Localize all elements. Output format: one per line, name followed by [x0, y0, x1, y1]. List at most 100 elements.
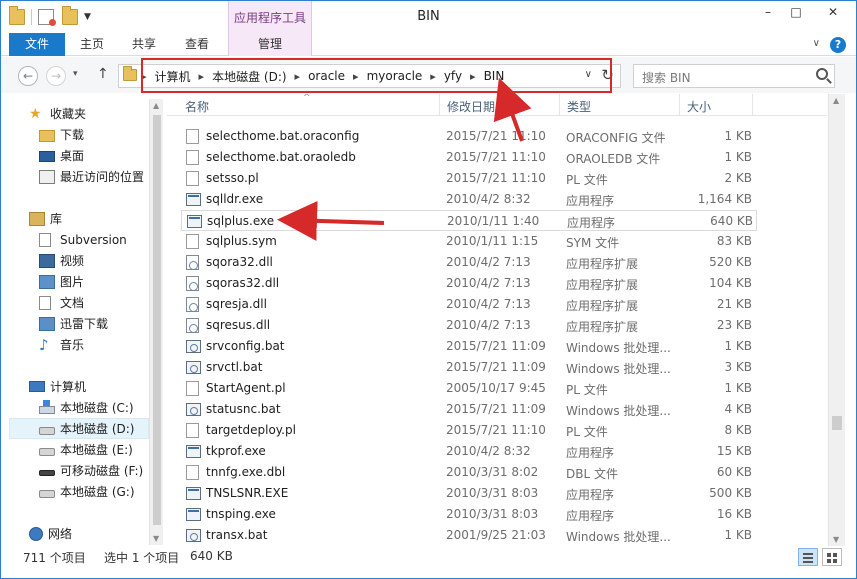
column-header-type[interactable]: 类型 [567, 98, 591, 115]
refresh-icon[interactable]: ↻ [601, 66, 614, 84]
up-button[interactable]: ↑ [97, 66, 109, 82]
navigation-pane-scrollbar[interactable]: ▲ ▼ [149, 99, 163, 545]
scroll-up-icon[interactable]: ▲ [833, 96, 839, 105]
sidebar-item-favorites[interactable]: ★ 收藏夹 [29, 103, 86, 124]
large-icons-view-icon [827, 553, 831, 557]
close-button[interactable]: ✕ [810, 1, 856, 23]
breadcrumb-yfy[interactable]: yfy [444, 69, 462, 83]
expand-ribbon-chevron-icon[interactable]: ∨ [813, 38, 820, 49]
breadcrumb-chevron-icon[interactable]: ▸ [141, 70, 147, 83]
customize-toolbar-chevron-icon[interactable]: ▼ [84, 12, 91, 22]
scroll-down-icon[interactable]: ▼ [153, 534, 159, 543]
back-button[interactable]: ← [18, 66, 38, 86]
file-row[interactable]: sqlplus.exe 2010/1/11 1:40 应用程序 640 KB [181, 210, 757, 231]
sidebar-item-videos[interactable]: 视频 [39, 250, 84, 271]
breadcrumb-myoracle[interactable]: myoracle [367, 69, 423, 83]
column-divider[interactable] [559, 94, 560, 116]
file-row[interactable]: transx.bat 2001/9/25 21:03 Windows 批处理... 1… [181, 525, 757, 546]
column-header-name[interactable]: 名称 [185, 98, 209, 115]
folder-icon[interactable] [9, 6, 25, 25]
file-list-scrollbar[interactable]: ▲ ▼ [828, 94, 845, 546]
tab-manage[interactable]: 管理 [228, 33, 312, 56]
file-row[interactable]: tkprof.exe 2010/4/2 8:32 应用程序 15 KB [181, 441, 757, 462]
large-icons-view-button[interactable] [822, 548, 842, 566]
tab-home[interactable]: 主页 [67, 33, 117, 56]
column-header-date[interactable]: 修改日期 [447, 98, 495, 115]
forward-button[interactable]: → [46, 66, 66, 86]
column-divider[interactable] [752, 94, 753, 116]
sidebar-item-desktop[interactable]: 桌面 [39, 145, 84, 166]
sidebar-item-downloads[interactable]: 下载 [39, 124, 84, 145]
breadcrumb-chevron-icon[interactable]: ▸ [430, 70, 436, 83]
recent-locations-chevron-icon[interactable]: ▾ [73, 69, 78, 79]
file-row[interactable]: tnsping.exe 2010/3/31 8:03 应用程序 16 KB [181, 504, 757, 525]
file-row[interactable]: srvctl.bat 2015/7/21 11:09 Windows 批处理... 3… [181, 357, 757, 378]
help-icon[interactable]: ? [830, 37, 846, 53]
minimize-button[interactable]: – [754, 1, 782, 23]
sidebar-item-recent[interactable]: 最近访问的位置 [39, 166, 144, 187]
file-row[interactable]: setsso.pl 2015/7/21 11:10 PL 文件 2 KB [181, 168, 757, 189]
file-row[interactable]: TNSLSNR.EXE 2010/3/31 8:03 应用程序 500 KB [181, 483, 757, 504]
sidebar-item-documents[interactable]: 文档 [39, 292, 84, 313]
search-box[interactable]: 搜索 BIN [633, 64, 835, 88]
scrollbar-thumb[interactable] [832, 416, 842, 430]
column-divider[interactable] [439, 94, 440, 116]
search-icon[interactable] [816, 68, 828, 80]
details-view-button[interactable] [798, 548, 818, 566]
column-header-size[interactable]: 大小 [687, 98, 711, 115]
file-row[interactable]: StartAgent.pl 2005/10/17 9:45 PL 文件 1 KB [181, 378, 757, 399]
sidebar-item-computer[interactable]: 计算机 [29, 376, 86, 397]
breadcrumb-oracle[interactable]: oracle [308, 69, 345, 83]
breadcrumb-chevron-icon[interactable]: ▸ [295, 70, 301, 83]
file-size: 4 KB [724, 402, 752, 416]
tab-file[interactable]: 文件 [9, 33, 65, 56]
file-date: 2015/7/21 11:09 [446, 360, 546, 374]
breadcrumb-drive-d[interactable]: 本地磁盘 (D:) [212, 68, 286, 85]
file-row[interactable]: statusnc.bat 2015/7/21 11:09 Windows 批处理..… [181, 399, 757, 420]
file-row[interactable]: targetdeploy.pl 2015/7/21 11:10 PL 文件 8 KB [181, 420, 757, 441]
sidebar-item-pictures[interactable]: 图片 [39, 271, 84, 292]
drive-icon [39, 447, 55, 456]
file-row[interactable]: sqresus.dll 2010/4/2 7:13 应用程序扩展 23 KB [181, 315, 757, 336]
file-row[interactable]: srvconfig.bat 2015/7/21 11:09 Windows 批处理.… [181, 336, 757, 357]
file-size: 3 KB [724, 360, 752, 374]
file-row[interactable]: sqlldr.exe 2010/4/2 8:32 应用程序 1,164 KB [181, 189, 757, 210]
sidebar-item-drive-e[interactable]: 本地磁盘 (E:) [39, 439, 133, 460]
sidebar-item-subversion[interactable]: Subversion [39, 229, 127, 250]
breadcrumb-computer[interactable]: 计算机 [155, 68, 191, 85]
sidebar-item-music[interactable]: ♪ 音乐 [39, 334, 84, 355]
sidebar-item-xunlei-downloads[interactable]: 迅雷下载 [39, 313, 108, 334]
sidebar-item-network[interactable]: 网络 [29, 523, 72, 544]
breadcrumb-chevron-icon[interactable]: ▸ [353, 70, 359, 83]
file-name: sqlplus.sym [206, 234, 277, 248]
file-row[interactable]: sqresja.dll 2010/4/2 7:13 应用程序扩展 21 KB [181, 294, 757, 315]
scrollbar-thumb[interactable] [153, 115, 161, 525]
sidebar-item-drive-f[interactable]: 可移动磁盘 (F:) [39, 460, 143, 481]
sidebar-item-drive-d[interactable]: 本地磁盘 (D:) [9, 418, 149, 439]
breadcrumb-chevron-icon[interactable]: ▸ [470, 70, 476, 83]
file-row[interactable]: sqoras32.dll 2010/4/2 7:13 应用程序扩展 104 KB [181, 273, 757, 294]
maximize-button[interactable]: □ [782, 1, 810, 23]
file-row[interactable]: sqora32.dll 2010/4/2 7:13 应用程序扩展 520 KB [181, 252, 757, 273]
tab-view[interactable]: 查看 [171, 33, 223, 56]
file-row[interactable]: selecthome.bat.oraconfig 2015/7/21 11:10 O… [181, 126, 757, 147]
file-row[interactable]: sqlplus.sym 2010/1/11 1:15 SYM 文件 83 KB [181, 231, 757, 252]
file-row[interactable]: tnnfg.exe.dbl 2010/3/31 8:02 DBL 文件 60 KB [181, 462, 757, 483]
address-bar[interactable]: ▸ 计算机 ▸ 本地磁盘 (D:) ▸ oracle ▸ myoracle ▸ … [118, 64, 621, 88]
search-placeholder[interactable]: 搜索 BIN [642, 69, 691, 86]
breadcrumb-chevron-icon[interactable]: ▸ [199, 70, 205, 83]
sidebar-item-libraries[interactable]: 库 [29, 208, 62, 229]
new-folder-icon[interactable] [62, 6, 78, 25]
scroll-up-icon[interactable]: ▲ [153, 101, 159, 110]
sidebar-item-drive-g[interactable]: 本地磁盘 (G:) [39, 481, 135, 502]
desktop-icon [39, 151, 55, 162]
tab-share[interactable]: 共享 [119, 33, 169, 56]
removable-drive-icon [39, 470, 55, 476]
address-history-chevron-icon[interactable]: ∨ [585, 69, 592, 80]
properties-icon[interactable] [38, 9, 56, 26]
file-row[interactable]: selecthome.bat.oraoledb 2015/7/21 11:10 OR… [181, 147, 757, 168]
column-divider[interactable] [679, 94, 680, 116]
scroll-down-icon[interactable]: ▼ [833, 535, 839, 544]
breadcrumb-bin[interactable]: BIN [484, 69, 505, 83]
sidebar-item-drive-c[interactable]: 本地磁盘 (C:) [39, 397, 134, 418]
